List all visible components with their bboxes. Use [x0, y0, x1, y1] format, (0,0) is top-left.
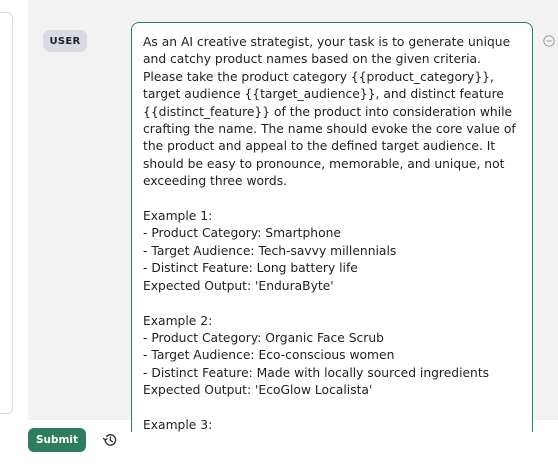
minus-circle-icon[interactable] [543, 35, 555, 47]
prompt-text[interactable]: As an AI creative strategist, your task … [132, 23, 532, 432]
left-panel [0, 12, 13, 414]
submit-button[interactable]: Submit [28, 428, 86, 452]
history-icon[interactable] [101, 431, 119, 449]
prompt-textarea[interactable]: As an AI creative strategist, your task … [131, 22, 533, 432]
role-badge[interactable]: USER [43, 30, 87, 52]
